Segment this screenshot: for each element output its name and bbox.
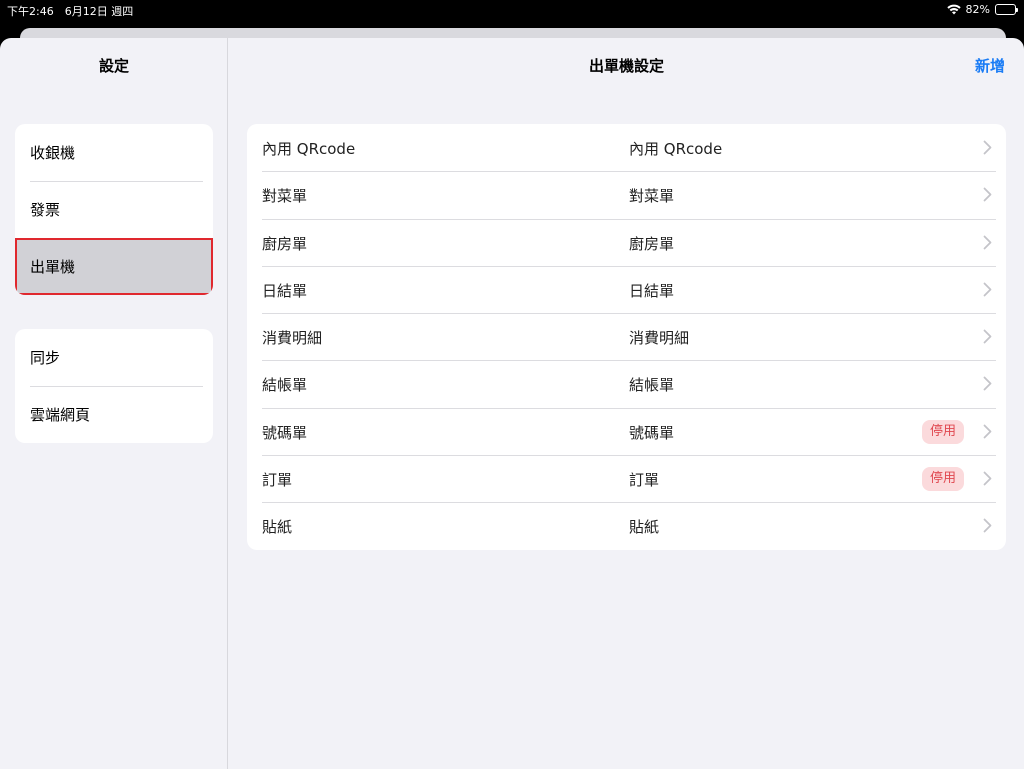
printer-row[interactable]: 結帳單 結帳單 xyxy=(247,360,1006,407)
row-name: 號碼單 xyxy=(262,423,308,442)
sidebar: 設定 收銀機 發票 出單機 同步 雲端網頁 xyxy=(0,38,228,769)
row-name: 結帳單 xyxy=(262,376,308,395)
chevron-right-icon xyxy=(983,518,992,533)
detail-pane: 出單機設定 新增 內用 QRcode 內用 QRcode 對菜單 對菜單廚房單 廚房單日… xyxy=(229,38,1024,769)
printer-row[interactable]: 日結單 日結單 xyxy=(247,265,1006,313)
printer-row[interactable]: 廚房單 廚房單 xyxy=(247,218,1006,266)
settings-sheet: 設定 收銀機 發票 出單機 同步 雲端網頁 出單機設定 新增 內用 QRcode… xyxy=(0,38,1024,769)
printer-row[interactable]: 貼紙 貼紙 xyxy=(247,502,1006,549)
sidebar-item-invoice[interactable]: 發票 xyxy=(15,181,213,238)
add-button[interactable]: 新增 xyxy=(975,55,1005,76)
row-printer: 內用 QRcode xyxy=(629,140,723,158)
row-printer: 消費明細 xyxy=(629,329,690,348)
wifi-icon xyxy=(946,4,961,15)
sidebar-item-sync[interactable]: 同步 xyxy=(15,329,213,386)
printer-row[interactable]: 對菜單 對菜單 xyxy=(247,171,1006,218)
sidebar-item-register[interactable]: 收銀機 xyxy=(15,124,213,181)
chevron-right-icon xyxy=(983,187,992,202)
status-indicators: 82% xyxy=(946,3,1018,16)
row-printer: 貼紙 xyxy=(629,518,660,537)
row-name: 貼紙 xyxy=(262,518,293,537)
chevron-right-icon xyxy=(983,377,992,391)
printer-row[interactable]: 消費明細 消費明細 xyxy=(247,313,1006,360)
row-name: 消費明細 xyxy=(262,329,323,348)
sidebar-item-printer[interactable]: 出單機 xyxy=(15,238,213,295)
chevron-right-icon xyxy=(983,282,992,297)
sidebar-item-cloud-web[interactable]: 雲端網頁 xyxy=(15,386,213,443)
sidebar-title: 設定 xyxy=(98,57,129,75)
chevron-right-icon xyxy=(983,471,992,486)
disabled-badge: 停用 xyxy=(922,467,965,492)
row-name: 對菜單 xyxy=(262,187,308,206)
status-time-date: 下午2:46 6月12日 週四 xyxy=(7,5,134,18)
printer-row[interactable]: 內用 QRcode 內用 QRcode xyxy=(247,124,1006,171)
battery-icon xyxy=(995,4,1018,15)
status-bar: 下午2:46 6月12日 週四 82% xyxy=(0,0,1024,20)
chevron-right-icon xyxy=(983,140,992,155)
chevron-right-icon xyxy=(983,424,992,439)
row-printer: 結帳單 xyxy=(629,376,675,395)
disabled-badge: 停用 xyxy=(922,419,965,444)
row-printer: 訂單 xyxy=(629,471,660,490)
row-name: 廚房單 xyxy=(262,234,308,253)
row-name: 日結單 xyxy=(262,281,308,300)
battery-percent: 82% xyxy=(965,3,990,16)
chevron-right-icon xyxy=(983,329,992,344)
printer-row[interactable]: 訂單 訂單 停用 xyxy=(247,455,1006,502)
row-name: 內用 QRcode xyxy=(262,140,356,158)
row-printer: 日結單 xyxy=(629,281,675,300)
row-printer: 廚房單 xyxy=(629,234,675,253)
sidebar-group-sync: 同步 雲端網頁 xyxy=(15,329,213,443)
printer-list: 內用 QRcode 內用 QRcode 對菜單 對菜單廚房單 廚房單日結單 日結單消費明細… xyxy=(247,124,1006,550)
row-printer: 對菜單 xyxy=(629,187,675,206)
row-printer: 號碼單 xyxy=(629,423,675,442)
page-title: 出單機設定 xyxy=(588,57,664,75)
sidebar-group-devices: 收銀機 發票 出單機 xyxy=(15,124,213,295)
row-name: 訂單 xyxy=(262,471,293,490)
printer-row[interactable]: 號碼單 號碼單 停用 xyxy=(247,407,1006,455)
chevron-right-icon xyxy=(983,235,992,249)
